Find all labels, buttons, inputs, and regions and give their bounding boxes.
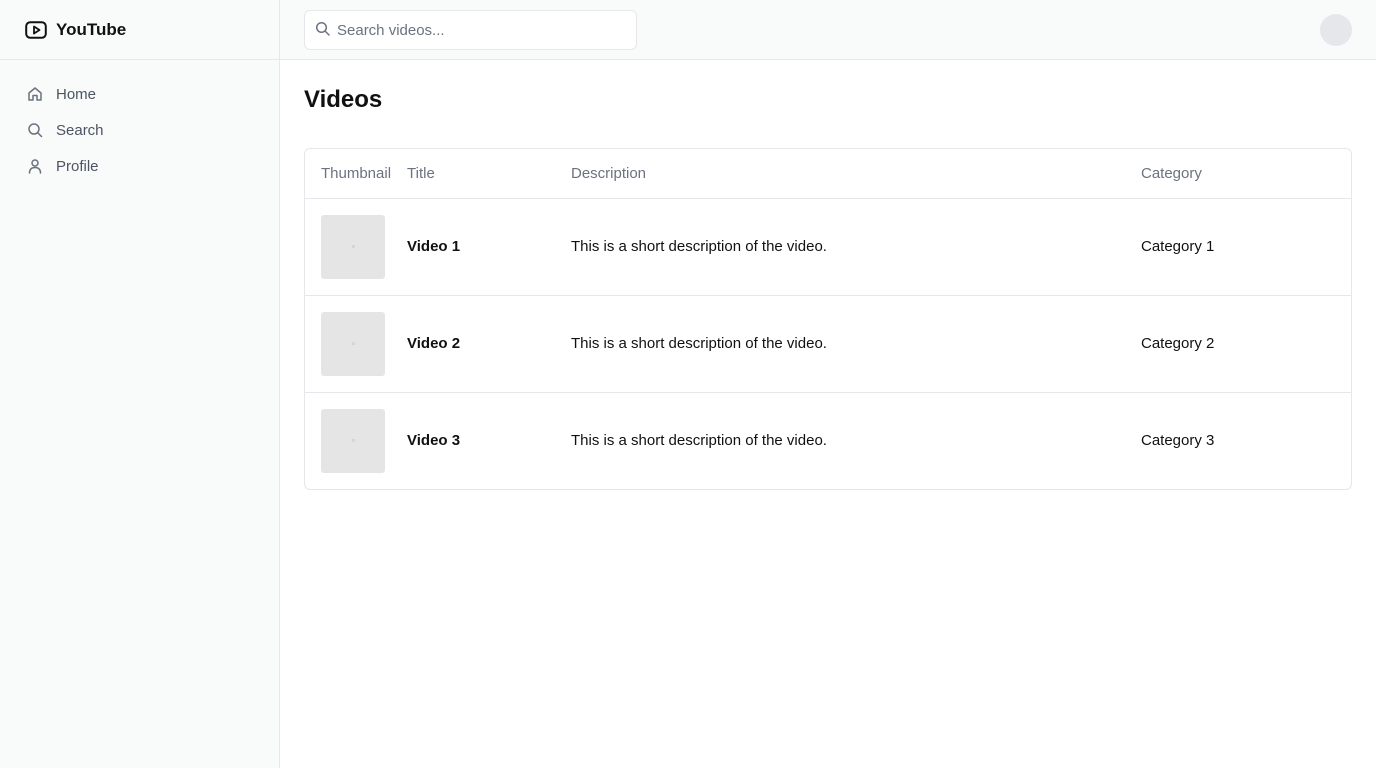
sidebar-item-search[interactable]: Search <box>16 112 263 148</box>
image-placeholder-icon <box>351 245 355 248</box>
table-header-row: Thumbnail Title Description Category <box>305 149 1351 199</box>
video-thumbnail[interactable] <box>321 311 385 376</box>
avatar[interactable] <box>1320 14 1352 46</box>
video-title[interactable]: Video 1 <box>407 198 571 296</box>
user-icon <box>26 157 44 175</box>
video-description: This is a short description of the video… <box>571 432 827 450</box>
home-icon <box>26 85 44 103</box>
top-bar <box>280 0 1376 60</box>
search-icon <box>26 121 44 139</box>
videos-table: Thumbnail Title Description Category Vid… <box>304 148 1352 490</box>
thumbnail-cell <box>305 392 407 489</box>
video-title[interactable]: Video 3 <box>407 392 571 489</box>
table-row[interactable]: Video 3 This is a short description of t… <box>305 392 1351 489</box>
sidebar: YouTube Home Search Profile <box>0 0 280 768</box>
table-row[interactable]: Video 2 This is a short description of t… <box>305 295 1351 393</box>
video-thumbnail[interactable] <box>321 214 385 279</box>
video-description: This is a short description of the video… <box>571 295 1141 393</box>
search-icon <box>315 21 331 37</box>
page-title: Videos <box>304 86 383 113</box>
table-row[interactable]: Video 1 This is a short description of t… <box>305 198 1351 296</box>
image-placeholder-icon <box>351 439 355 443</box>
video-category: Category 3 <box>1141 432 1215 450</box>
brand-name: YouTube <box>56 19 127 39</box>
column-header-category: Category <box>1141 149 1351 199</box>
sidebar-item-profile[interactable]: Profile <box>16 148 263 184</box>
sidebar-item-home[interactable]: Home <box>16 76 263 112</box>
image-placeholder-icon <box>351 342 355 345</box>
column-header-description: Description <box>571 149 1141 199</box>
video-category: Category 1 <box>1141 198 1351 296</box>
brand[interactable]: YouTube <box>0 0 279 60</box>
sidebar-item-label: Profile <box>56 157 99 175</box>
sidebar-item-label: Search <box>56 121 104 139</box>
column-header-thumbnail: Thumbnail <box>305 149 407 199</box>
column-header-title: Title <box>407 149 571 199</box>
sidebar-item-label: Home <box>56 85 97 103</box>
video-title[interactable]: Video 2 <box>407 295 571 393</box>
search-box <box>304 10 637 50</box>
youtube-logo-icon <box>24 18 48 42</box>
sidebar-nav: Home Search Profile <box>0 60 279 184</box>
thumbnail-cell <box>305 198 407 296</box>
search-input[interactable] <box>337 11 627 49</box>
thumbnail-cell <box>305 295 407 393</box>
video-description: This is a short description of the video… <box>571 198 1141 296</box>
video-thumbnail[interactable] <box>321 408 385 473</box>
video-category: Category 2 <box>1141 295 1351 393</box>
